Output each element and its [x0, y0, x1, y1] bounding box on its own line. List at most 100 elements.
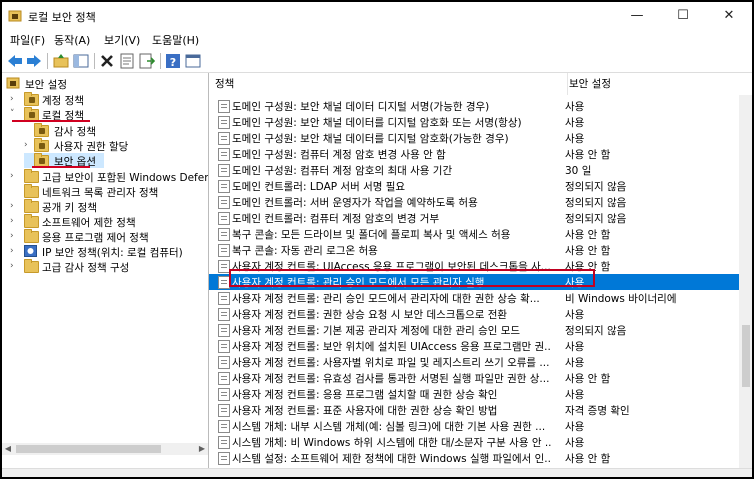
- scroll-left-icon[interactable]: ◀: [2, 443, 14, 455]
- table-row[interactable]: 복구 콘솔: 자동 관리 로그온 허용 사용 안 함: [209, 242, 739, 258]
- policy-setting: 비 Windows 바이너리에: [565, 293, 677, 305]
- tree-pane: 보안 설정 › 계정 정책 ˅ 로컬 정책 감사 정책 › 사용자 권한 할당 …: [2, 73, 209, 468]
- table-row[interactable]: 시스템 설정: 소프트웨어 제한 정책에 대한 Windows 실행 파일에서 …: [209, 450, 739, 466]
- help-icon[interactable]: ?: [164, 52, 182, 70]
- table-row[interactable]: 시스템 개체: 내부 시스템 개체(예: 심볼 링크)에 대한 기본 사용 권한…: [209, 418, 739, 434]
- chevron-right-icon[interactable]: ›: [10, 171, 18, 181]
- table-row[interactable]: 도메인 컨트롤러: 컴퓨터 계정 암호의 변경 거부 정의되지 않음: [209, 210, 739, 226]
- up-folder-icon[interactable]: [52, 52, 70, 70]
- tree-horizontal-scrollbar[interactable]: ◀ ▶: [2, 443, 208, 455]
- table-row[interactable]: 사용자 계정 컨트롤: 기본 제공 관리자 계정에 대한 관리 승인 모드 정의되…: [209, 322, 739, 338]
- policy-name: 도메인 컨트롤러: 컴퓨터 계정 암호의 변경 거부: [232, 213, 440, 225]
- maximize-button[interactable]: ☐: [660, 2, 706, 30]
- tree-item-label: 공개 키 정책: [42, 202, 97, 214]
- policy-icon: [218, 132, 230, 145]
- menu-file[interactable]: 파일(F): [10, 32, 45, 48]
- chevron-down-icon[interactable]: ˅: [10, 109, 18, 119]
- local-security-policy-window: 로컬 보안 정책 — ☐ ✕ 파일(F) 동작(A) 보기(V) 도움말(H): [2, 2, 752, 477]
- table-row[interactable]: 사용자 계정 컨트롤: 보안 위치에 설치된 UIAccess 응용 프로그램만…: [209, 338, 739, 354]
- table-row[interactable]: 도메인 구성원: 컴퓨터 계정 암호의 최대 사용 기간 30 일: [209, 162, 739, 178]
- folder-icon: [24, 214, 39, 228]
- chevron-right-icon[interactable]: ›: [10, 216, 18, 226]
- policy-icon: [218, 324, 230, 337]
- menu-help[interactable]: 도움말(H): [152, 32, 199, 48]
- table-row[interactable]: 도메인 구성원: 보안 채널 데이터를 디지털 암호화 또는 서명(항상) 사용: [209, 114, 739, 130]
- chevron-right-icon[interactable]: ›: [10, 246, 18, 256]
- policy-setting: 자격 증명 확인: [565, 405, 630, 417]
- table-row[interactable]: 도메인 구성원: 컴퓨터 계정 암호 변경 사용 안 함 사용 안 함: [209, 146, 739, 162]
- column-header-policy[interactable]: 정책: [209, 73, 568, 95]
- table-row[interactable]: 사용자 계정 컨트롤: 권한 상승 요청 시 보안 데스크톱으로 전환 사용: [209, 306, 739, 322]
- delete-icon[interactable]: [98, 52, 116, 70]
- status-bar: [2, 468, 752, 477]
- table-row[interactable]: 사용자 계정 컨트롤: 표준 사용자에 대한 권한 상승 확인 방법 자격 증명 …: [209, 402, 739, 418]
- table-row[interactable]: 복구 콘솔: 모든 드라이브 및 폴더에 플로피 복사 및 액세스 허용 사용 안…: [209, 226, 739, 242]
- back-arrow-icon[interactable]: [6, 52, 24, 70]
- forward-arrow-icon[interactable]: [25, 52, 43, 70]
- scroll-right-icon[interactable]: ▶: [196, 443, 208, 455]
- policy-setting: 정의되지 않음: [565, 197, 627, 209]
- table-row[interactable]: 시스템 개체: 비 Windows 하위 시스템에 대한 대/소문자 구분 사용…: [209, 434, 739, 450]
- table-row[interactable]: 사용자 계정 컨트롤: 유효성 검사를 통과한 서명된 실행 파일만 권한 상.…: [209, 370, 739, 386]
- policy-name: 도메인 구성원: 보안 채널 데이터를 디지털 암호화(가능한 경우): [232, 133, 509, 145]
- toolbar: ?: [2, 50, 752, 73]
- policy-icon: [218, 436, 230, 449]
- table-row[interactable]: 사용자 계정 컨트롤: 관리 승인 모드에서 관리자에 대한 권한 상승 확..…: [209, 290, 739, 306]
- chevron-right-icon[interactable]: ›: [10, 231, 18, 241]
- scrollbar-thumb[interactable]: [16, 445, 161, 453]
- policy-name: 도메인 구성원: 컴퓨터 계정 암호의 최대 사용 기간: [232, 165, 453, 177]
- policy-setting: 사용 안 함: [565, 245, 611, 257]
- table-row[interactable]: 사용자 계정 컨트롤: 사용자별 위치로 파일 및 레지스트리 쓰기 오류를 .…: [209, 354, 739, 370]
- scrollbar-thumb[interactable]: [742, 325, 750, 387]
- policy-icon: [218, 404, 230, 417]
- policy-name: 도메인 구성원: 컴퓨터 계정 암호 변경 사용 안 함: [232, 149, 446, 161]
- policy-name: 사용자 계정 컨트롤: 응용 프로그램 설치할 때 권한 상승 확인: [232, 389, 498, 401]
- policy-icon: [218, 228, 230, 241]
- policy-icon: [218, 212, 230, 225]
- ip-security-icon: [24, 245, 37, 257]
- policy-setting: 사용 안 함: [565, 373, 611, 385]
- console-icon[interactable]: [184, 52, 202, 70]
- policy-icon: [218, 372, 230, 385]
- menu-view[interactable]: 보기(V): [104, 32, 140, 48]
- policy-icon: [218, 148, 230, 161]
- list-vertical-scrollbar[interactable]: [739, 95, 752, 468]
- close-button[interactable]: ✕: [706, 2, 752, 30]
- policy-name: 사용자 계정 컨트롤: 기본 제공 관리자 계정에 대한 관리 승인 모드: [232, 325, 521, 337]
- policy-name: 시스템 개체: 내부 시스템 개체(예: 심볼 링크)에 대한 기본 사용 권한…: [232, 421, 546, 433]
- properties-icon[interactable]: [118, 52, 136, 70]
- policy-name: 도메인 구성원: 보안 채널 데이터를 디지털 암호화 또는 서명(항상): [232, 117, 522, 129]
- show-hide-tree-icon[interactable]: [72, 52, 90, 70]
- policy-name: 도메인 컨트롤러: LDAP 서버 서명 필요: [232, 181, 406, 193]
- table-row[interactable]: 도메인 컨트롤러: 서버 운영자가 작업을 예약하도록 허용 정의되지 않음: [209, 194, 739, 210]
- chevron-right-icon[interactable]: ›: [10, 94, 18, 104]
- menu-action[interactable]: 동작(A): [54, 32, 90, 48]
- table-row[interactable]: 도메인 구성원: 보안 채널 데이터를 디지털 암호화(가능한 경우) 사용: [209, 130, 739, 146]
- chevron-right-icon[interactable]: ›: [24, 140, 32, 150]
- chevron-right-icon[interactable]: ›: [10, 201, 18, 211]
- policy-icon: [218, 180, 230, 193]
- policy-setting: 사용: [565, 101, 585, 113]
- export-list-icon[interactable]: [138, 52, 156, 70]
- chevron-right-icon[interactable]: ›: [10, 261, 18, 271]
- tree-item-label: 감사 정책: [54, 126, 96, 138]
- policy-name: 도메인 구성원: 보안 채널 데이터 디지털 서명(가능한 경우): [232, 101, 490, 113]
- tree-item-label: 응용 프로그램 제어 정책: [42, 232, 149, 244]
- policy-name: 사용자 계정 컨트롤: 권한 상승 요청 시 보안 데스크톱으로 전환: [232, 309, 508, 321]
- policy-setting: 사용: [565, 437, 585, 449]
- policy-icon: [218, 116, 230, 129]
- policy-setting: 사용: [565, 133, 585, 145]
- folder-lock-icon: [34, 138, 49, 152]
- policy-name: 사용자 계정 컨트롤: 사용자별 위치로 파일 및 레지스트리 쓰기 오류를 .…: [232, 357, 550, 369]
- policy-setting: 사용: [565, 309, 585, 321]
- minimize-button[interactable]: —: [614, 2, 660, 30]
- column-header-setting[interactable]: 보안 설정: [567, 73, 739, 95]
- policy-name: 사용자 계정 컨트롤: 유효성 검사를 통과한 서명된 실행 파일만 권한 상.…: [232, 373, 550, 385]
- tree-item-label: IP 보안 정책(위치: 로컬 컴퓨터): [42, 247, 183, 259]
- table-row[interactable]: 도메인 구성원: 보안 채널 데이터 디지털 서명(가능한 경우) 사용: [209, 98, 739, 114]
- table-row[interactable]: 도메인 컨트롤러: LDAP 서버 서명 필요 정의되지 않음: [209, 178, 739, 194]
- table-row[interactable]: 사용자 계정 컨트롤: 응용 프로그램 설치할 때 권한 상승 확인 사용: [209, 386, 739, 402]
- folder-icon: [24, 169, 39, 183]
- policy-list-pane: 정책 보안 설정 도메인 구성원: 보안 채널 데이터 디지털 서명(가능한 경…: [209, 73, 752, 468]
- policy-setting: 사용 안 함: [565, 453, 611, 465]
